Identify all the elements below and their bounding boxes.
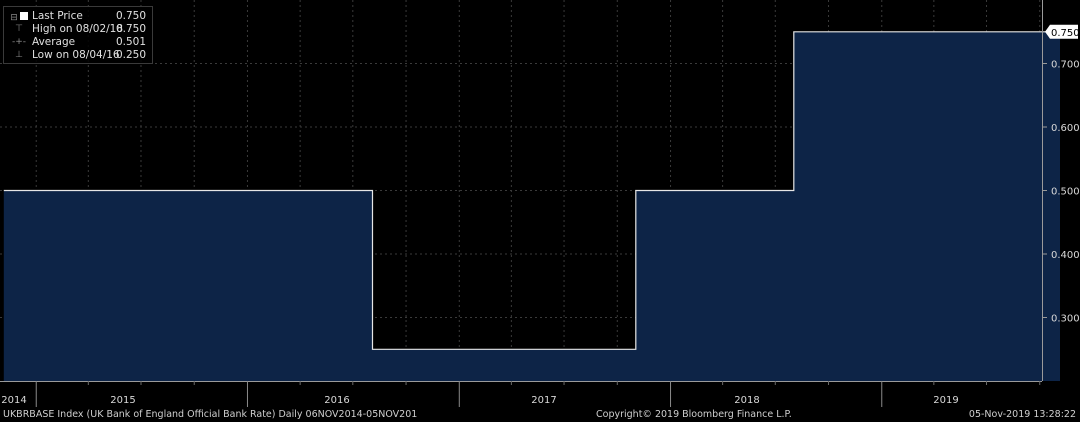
series-fill	[3, 31, 1060, 382]
x-tick-label: 2015	[110, 395, 135, 406]
x-tick-label: 2017	[531, 395, 556, 406]
legend-label: Last Price	[32, 10, 83, 22]
y-tick-label: 0.300	[1051, 314, 1080, 325]
legend-value: 0.750	[115, 10, 146, 22]
legend-label: Low on 08/04/16	[32, 49, 120, 61]
timestamp: 05-Nov-2019 13:28:22	[968, 409, 1076, 420]
legend-value: 0.250	[115, 49, 146, 61]
index-description: UKBRBASE Index (UK Bank of England Offic…	[3, 409, 418, 420]
chart-legend: ⊟ Last Price 0.750 ⊤ High on 08/02/18 0.…	[3, 6, 153, 64]
legend-label: High on 08/02/18	[32, 23, 124, 35]
x-tick-label: 2019	[933, 395, 958, 406]
y-tick-label: 0.600	[1051, 123, 1080, 134]
last-value-label: 0.750	[1051, 28, 1080, 39]
high-marker-icon: ⊤	[15, 24, 23, 34]
x-tick-label: 2014	[1, 395, 26, 406]
copyright-text: Copyright© 2019 Bloomberg Finance L.P.	[596, 409, 792, 420]
x-tick-label: 2016	[324, 395, 349, 406]
legend-label: Average	[32, 36, 76, 48]
legend-value: 0.750	[115, 23, 146, 35]
y-tick-label: 0.400	[1051, 250, 1080, 261]
y-tick-label: 0.700	[1051, 60, 1080, 71]
average-marker-icon: -+-	[11, 37, 27, 47]
legend-row-high: ⊤ High on 08/02/18 0.750	[8, 23, 150, 36]
low-marker-icon: ⊥	[15, 50, 23, 60]
bank-rate-chart: 0.3000.4000.5000.6000.7000.750 2014 2015 2…	[0, 0, 1080, 407]
price-area	[3, 31, 1060, 382]
x-axis: 2014 2015 2016 2017 2018 2019	[0, 381, 1042, 407]
x-tick-label: 2018	[734, 395, 759, 406]
legend-row-low: ⊥ Low on 08/04/16 0.250	[8, 49, 150, 62]
legend-value: 0.501	[115, 36, 146, 48]
y-tick-label: 0.500	[1051, 187, 1080, 198]
legend-row-average: -+- Average 0.501	[8, 36, 150, 49]
legend-row-last-price: ⊟ Last Price 0.750	[8, 10, 150, 23]
